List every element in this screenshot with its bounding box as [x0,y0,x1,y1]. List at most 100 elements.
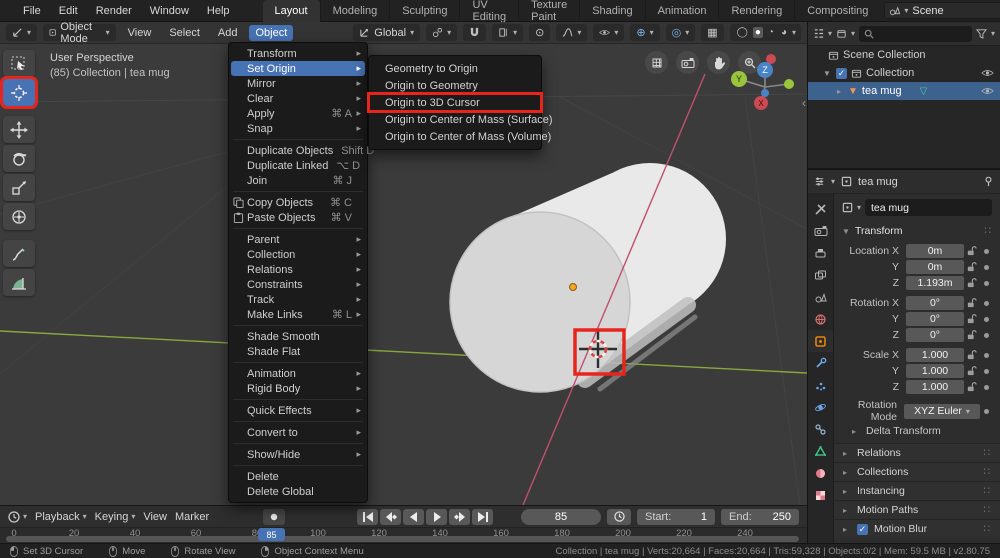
tab-render[interactable] [808,220,833,242]
tab-shading[interactable]: Shading [579,0,644,22]
menu-view-timeline[interactable]: View [143,511,167,523]
tab-constraints[interactable] [808,418,833,440]
rotation-x-field[interactable]: 0° [906,296,964,310]
menu-item-duplicate-objects[interactable]: Duplicate ObjectsShift D [229,143,367,158]
menu-item-relations[interactable]: Relations▸ [229,262,367,277]
play-reverse-button[interactable] [403,509,424,525]
menu-item-mirror[interactable]: Mirror▸ [229,76,367,91]
submenu-item-origin-to-3d-cursor[interactable]: Origin to 3D Cursor [369,94,541,111]
eye-icon[interactable] [981,69,994,77]
menu-item-animation[interactable]: Animation▸ [229,366,367,381]
object-name-field[interactable]: tea mug [865,199,992,216]
tool-scale[interactable] [3,174,35,201]
motion-paths-panel[interactable]: ▸Motion Paths∷ [834,500,1000,519]
lock-icon[interactable] [964,350,980,360]
tab-modifiers[interactable] [808,352,833,374]
navigation-gizmo[interactable]: Z Y X [720,46,805,161]
menu-edit[interactable]: Edit [52,3,85,19]
animate-dot[interactable] [984,265,989,270]
shading-rendered-icon[interactable]: ◕ [779,27,789,38]
tab-view-layer[interactable] [808,264,833,286]
lock-icon[interactable] [964,314,980,324]
snap-toggle[interactable] [463,24,486,41]
perspective-toggle-button[interactable] [645,51,668,74]
pin-icon[interactable] [983,176,994,187]
next-keyframe-button[interactable] [449,509,470,525]
pivot-point-button[interactable]: ▾ [426,24,457,41]
prev-keyframe-button[interactable] [380,509,401,525]
menu-add[interactable]: Add [212,25,244,41]
menu-item-clear[interactable]: Clear▸ [229,91,367,106]
menu-item-parent[interactable]: Parent▸ [229,232,367,247]
menu-file[interactable]: File [16,3,48,19]
menu-item-shade-smooth[interactable]: Shade Smooth [229,329,367,344]
editor-type-button[interactable]: ▾ [6,24,37,41]
shading-wireframe-icon[interactable]: ◯ [735,27,750,38]
location-y-field[interactable]: 0m [906,260,964,274]
menu-item-show-hide[interactable]: Show/Hide▸ [229,447,367,462]
animate-dot[interactable] [984,333,989,338]
current-frame-field[interactable]: 85 [521,509,601,525]
menu-render[interactable]: Render [89,3,139,19]
tab-particles[interactable] [808,374,833,396]
tool-measure[interactable] [3,269,35,296]
animate-dot[interactable] [984,409,989,414]
rotation-z-field[interactable]: 0° [906,328,964,342]
animate-dot[interactable] [984,317,989,322]
menu-select[interactable]: Select [163,25,206,41]
tab-output[interactable] [808,242,833,264]
tab-modeling[interactable]: Modeling [320,0,390,22]
tab-uv-editing[interactable]: UV Editing [459,0,518,22]
menu-item-duplicate-linked[interactable]: Duplicate Linked⌥ D [229,158,367,173]
animate-dot[interactable] [984,301,989,306]
menu-item-apply[interactable]: Apply⌘ A▸ [229,106,367,121]
expand-arrow-icon[interactable]: ▼ [822,69,832,78]
tab-rendering[interactable]: Rendering [718,0,794,22]
motion-blur-checkbox[interactable]: ✓ [857,524,868,535]
location-x-field[interactable]: 0m [906,244,964,258]
filter-funnel-icon[interactable] [976,28,987,39]
auto-keying-button[interactable] [263,509,285,525]
menu-window[interactable]: Window [143,3,196,19]
gizmos-toggle[interactable]: ⊕ ▾ [630,24,659,41]
scale-z-field[interactable]: 1.000 [906,380,964,394]
tab-physics[interactable] [808,396,833,418]
tab-tool[interactable] [808,198,833,220]
timeline-scrollbar[interactable] [6,536,799,542]
animate-dot[interactable] [984,249,989,254]
proportional-editing-toggle[interactable]: ⊙ [529,24,550,41]
tool-cursor[interactable] [3,79,35,106]
animate-dot[interactable] [984,353,989,358]
menu-item-make-links[interactable]: Make Links⌘ L▸ [229,307,367,322]
lock-icon[interactable] [964,298,980,308]
animate-dot[interactable] [984,369,989,374]
submenu-item-origin-to-com-surface[interactable]: Origin to Center of Mass (Surface) [369,111,541,128]
timeline-editor-type-button[interactable]: ▾ [8,511,27,523]
collection-checkbox[interactable]: ✓ [836,68,847,79]
scale-y-field[interactable]: 1.000 [906,364,964,378]
frame-end-field[interactable]: End:250 [721,509,799,525]
timeline-ruler[interactable]: 0 20 40 60 80 100 120 140 160 180 200 22… [0,528,807,543]
menu-help[interactable]: Help [200,3,237,19]
tab-object-data[interactable] [808,440,833,462]
shading-material-icon[interactable]: ◔ [766,27,776,38]
instancing-panel[interactable]: ▸Instancing∷ [834,481,1000,500]
menu-item-constraints[interactable]: Constraints▸ [229,277,367,292]
lock-icon[interactable] [964,278,980,288]
sidebar-collapse-arrow[interactable]: ‹ [802,96,806,110]
expand-arrow-icon[interactable]: ▸ [834,87,844,96]
eye-icon[interactable] [981,87,994,95]
menu-item-transform[interactable]: Transform▸ [229,46,367,61]
transform-panel-header[interactable]: ▼ Transform ∷ [842,225,992,237]
tool-move[interactable] [3,116,35,143]
tab-sculpting[interactable]: Sculpting [389,0,459,22]
play-button[interactable] [426,509,447,525]
outliner-filter-collection-icon[interactable] [836,28,847,39]
outliner-display-mode-icon[interactable] [813,28,824,39]
lock-icon[interactable] [964,262,980,272]
proportional-falloff-button[interactable]: ▾ [556,24,587,41]
menu-item-snap[interactable]: Snap▸ [229,121,367,136]
relations-panel[interactable]: ▸Relations∷ [834,443,1000,462]
tab-object[interactable] [808,330,833,352]
camera-view-button[interactable] [676,51,699,74]
